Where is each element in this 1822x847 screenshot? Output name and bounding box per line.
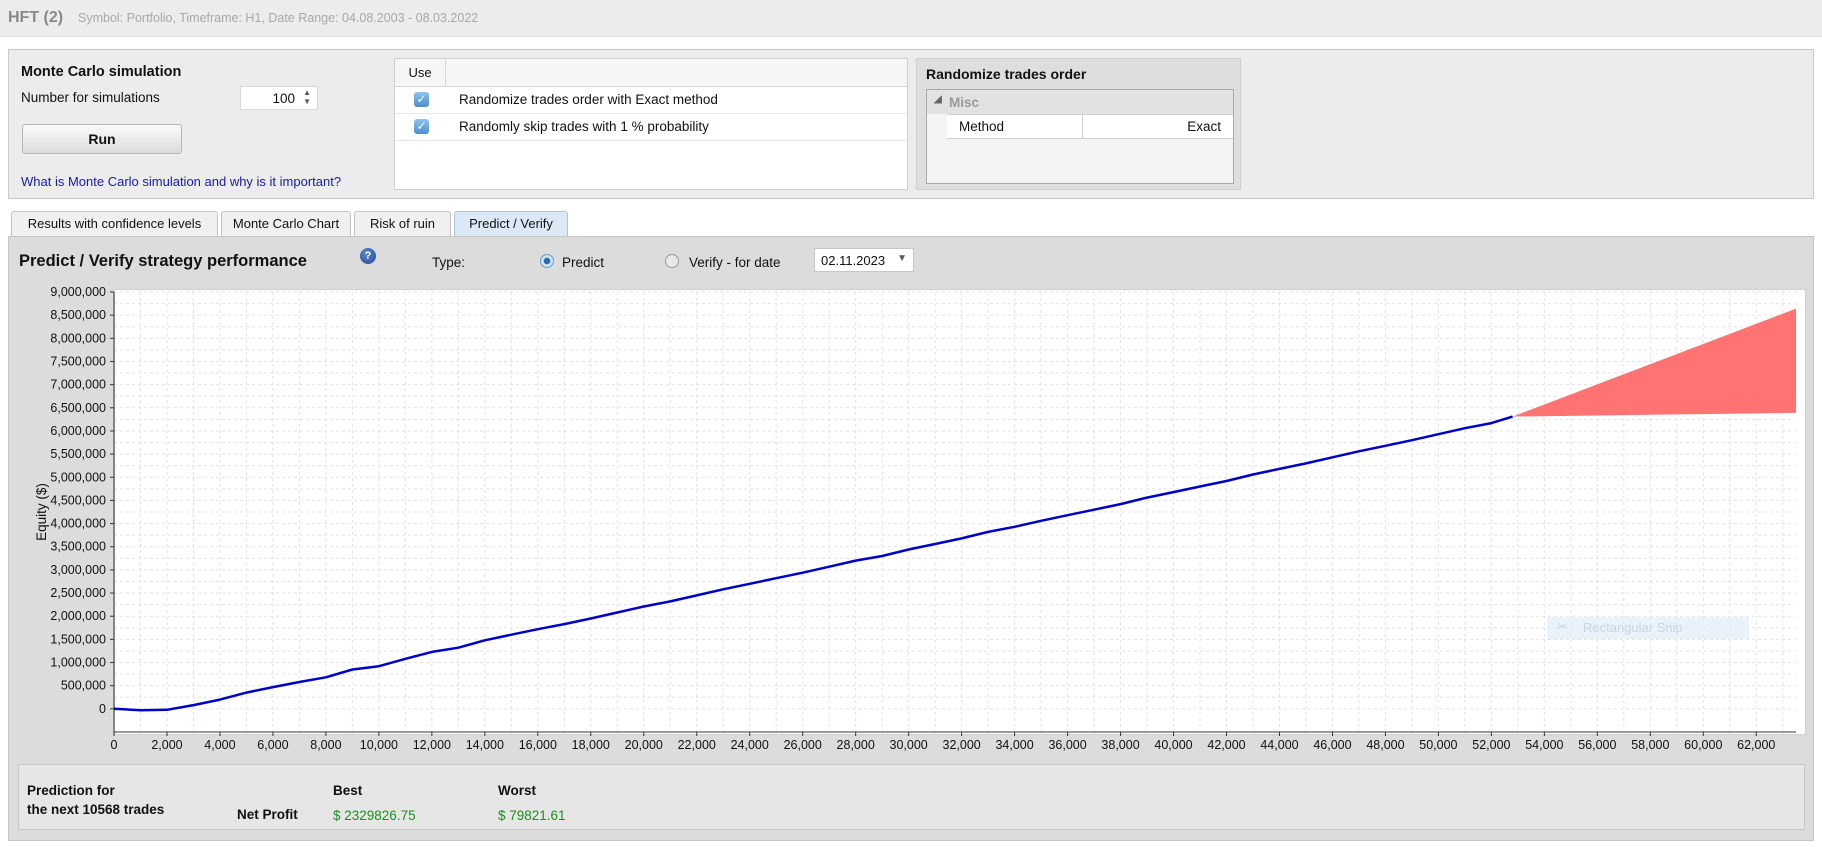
y-tick-label: 9,000,000 <box>50 285 106 299</box>
x-tick-label: 58,000 <box>1631 738 1669 752</box>
x-tick-label: 4,000 <box>204 738 235 752</box>
y-tick-label: 7,500,000 <box>50 354 106 368</box>
x-tick-label: 36,000 <box>1048 738 1086 752</box>
x-tick-label: 42,000 <box>1207 738 1245 752</box>
prediction-label-line2: the next 10568 trades <box>27 802 165 817</box>
y-axis-label: Equity ($) <box>34 483 49 541</box>
worst-header: Worst <box>498 783 537 798</box>
x-tick-label: 34,000 <box>995 738 1033 752</box>
x-tick-label: 20,000 <box>625 738 663 752</box>
x-tick-label: 6,000 <box>257 738 288 752</box>
best-header: Best <box>333 783 363 798</box>
x-tick-label: 30,000 <box>890 738 928 752</box>
x-tick-label: 32,000 <box>943 738 981 752</box>
x-tick-label: 12,000 <box>413 738 451 752</box>
y-tick-label: 5,000,000 <box>50 470 106 484</box>
x-tick-label: 16,000 <box>519 738 557 752</box>
y-tick-label: 3,000,000 <box>50 563 106 577</box>
y-tick-label: 2,500,000 <box>50 586 106 600</box>
prediction-band <box>1512 308 1796 417</box>
y-tick-label: 6,500,000 <box>50 401 106 415</box>
x-tick-label: 10,000 <box>360 738 398 752</box>
y-tick-label: 0 <box>99 702 106 716</box>
x-tick-label: 40,000 <box>1154 738 1192 752</box>
x-tick-label: 38,000 <box>1101 738 1139 752</box>
x-tick-label: 62,000 <box>1737 738 1775 752</box>
equity-chart: 0 500,000 1,000,000 1,500,000 2,000,000 2,500… <box>34 285 1796 752</box>
worst-net-profit-value: $ 79821.61 <box>498 808 566 823</box>
y-tick-label: 500,000 <box>61 679 106 693</box>
x-tick-label: 14,000 <box>466 738 504 752</box>
x-tick-label: 52,000 <box>1472 738 1510 752</box>
x-tick-label: 18,000 <box>572 738 610 752</box>
y-tick-label: 1,000,000 <box>50 656 106 670</box>
x-tick-label: 54,000 <box>1525 738 1563 752</box>
y-tick-label: 5,500,000 <box>50 447 106 461</box>
equity-line <box>113 415 1513 712</box>
x-tick-label: 28,000 <box>837 738 875 752</box>
net-profit-label: Net Profit <box>237 807 298 822</box>
y-tick-label: 8,000,000 <box>50 331 106 345</box>
y-tick-label: 6,000,000 <box>50 424 106 438</box>
x-tick-label: 44,000 <box>1260 738 1298 752</box>
x-tick-label: 48,000 <box>1366 738 1404 752</box>
y-tick-label: 8,500,000 <box>50 308 106 322</box>
x-tick-label: 26,000 <box>784 738 822 752</box>
x-tick-label: 56,000 <box>1578 738 1616 752</box>
prediction-label-line1: Prediction for <box>27 783 115 798</box>
x-tick-label: 50,000 <box>1419 738 1457 752</box>
y-tick-label: 4,500,000 <box>50 493 106 507</box>
y-tick-label: 7,000,000 <box>50 378 106 392</box>
x-tick-label: 2,000 <box>151 738 182 752</box>
prediction-summary: Prediction for the next 10568 trades Net… <box>18 764 1805 830</box>
snip-icon: ✂ <box>1557 619 1568 634</box>
y-tick-label: 4,000,000 <box>50 517 106 531</box>
best-net-profit-value: $ 2329826.75 <box>333 808 416 823</box>
x-tick-label: 22,000 <box>678 738 716 752</box>
x-tick-label: 8,000 <box>310 738 341 752</box>
rectangular-snip-overlay: ✂ Rectangular Snip <box>1547 617 1749 639</box>
y-tick-label: 2,000,000 <box>50 609 106 623</box>
y-tick-label: 3,500,000 <box>50 540 106 554</box>
x-tick-label: 0 <box>111 738 118 752</box>
x-tick-label: 46,000 <box>1313 738 1351 752</box>
x-tick-label: 60,000 <box>1684 738 1722 752</box>
y-tick-label: 1,500,000 <box>50 632 106 646</box>
snip-label: Rectangular Snip <box>1583 620 1683 635</box>
x-tick-label: 24,000 <box>731 738 769 752</box>
